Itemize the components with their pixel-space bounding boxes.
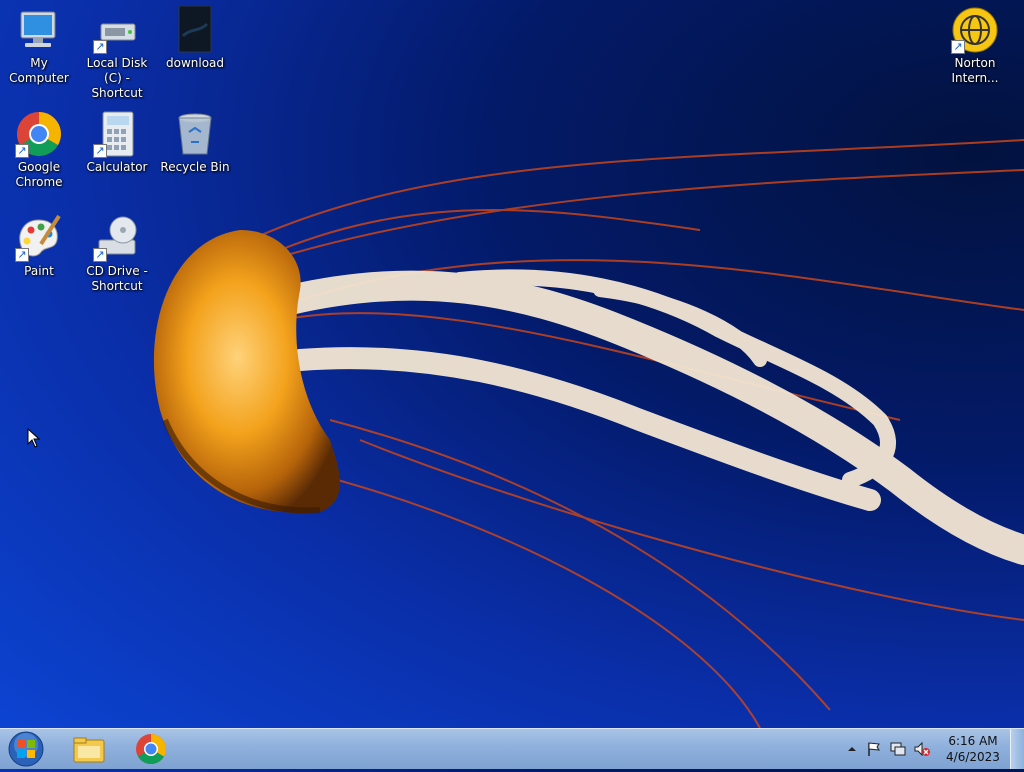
network-icon[interactable]	[890, 741, 906, 757]
desktop-icon-calculator[interactable]: ↗ Calculator	[78, 104, 156, 175]
desktop-icon-google-chrome[interactable]: ↗ Google Chrome	[0, 104, 78, 190]
desktop-icon-paint[interactable]: ↗ Paint	[0, 208, 78, 279]
desktop-icon-local-disk-shortcut[interactable]: ↗ Local Disk (C) - Shortcut	[78, 0, 156, 101]
desktop-icon-label: Local Disk (C) - Shortcut	[86, 56, 148, 100]
desktop-icon-cd-drive-shortcut[interactable]: ↗ CD Drive - Shortcut	[78, 208, 156, 294]
norton-globe-icon: ↗	[951, 6, 999, 54]
shortcut-arrow-icon: ↗	[93, 144, 107, 158]
google-chrome-icon: ↗	[15, 110, 63, 158]
desktop-icon-label: Norton Intern...	[951, 56, 999, 85]
taskbar-clock[interactable]: 6:16 AM 4/6/2023	[944, 733, 1002, 765]
mouse-cursor-icon	[27, 428, 41, 448]
desktop-icon-label: Google Chrome	[15, 160, 63, 189]
desktop-icon-recycle-bin[interactable]: Recycle Bin	[156, 104, 234, 175]
recycle-bin-icon	[171, 110, 219, 158]
calculator-icon: ↗	[93, 110, 141, 158]
desktop-icon-label: Paint	[24, 264, 54, 278]
taskbar: 6:16 AM 4/6/2023	[0, 728, 1024, 769]
desktop-icon-label: Calculator	[86, 160, 148, 174]
show-desktop-button[interactable]	[1010, 729, 1024, 769]
computer-icon	[15, 6, 63, 54]
desktop-icon-my-computer[interactable]: My Computer	[0, 0, 78, 86]
desktop-icon-download[interactable]: download	[156, 0, 234, 71]
volume-muted-icon[interactable]	[914, 741, 930, 757]
taskbar-button-google-chrome[interactable]	[124, 730, 178, 768]
desktop-icon-label: CD Drive - Shortcut	[86, 264, 148, 293]
show-hidden-icons-button[interactable]	[844, 741, 860, 757]
desktop-icon-norton-internet-security[interactable]: ↗ Norton Intern...	[936, 0, 1014, 86]
google-chrome-icon	[136, 734, 167, 765]
clock-date: 4/6/2023	[946, 750, 1000, 764]
chevron-up-icon	[848, 747, 856, 751]
desktop-icon-label: Recycle Bin	[160, 160, 230, 174]
image-file-icon	[171, 5, 219, 54]
shortcut-arrow-icon: ↗	[15, 248, 29, 262]
clock-time: 6:16 AM	[948, 734, 998, 748]
paint-palette-icon: ↗	[15, 214, 63, 262]
shortcut-arrow-icon: ↗	[93, 248, 107, 262]
windows-explorer-icon	[73, 737, 105, 763]
hard-drive-icon: ↗	[93, 6, 141, 54]
cd-drive-icon: ↗	[93, 214, 141, 262]
action-center-flag-icon[interactable]	[866, 741, 882, 757]
desktop-icon-label: My Computer	[9, 56, 69, 85]
shortcut-arrow-icon: ↗	[15, 144, 29, 158]
windows-start-orb-icon	[8, 731, 44, 767]
shortcut-arrow-icon: ↗	[951, 40, 965, 54]
shortcut-arrow-icon: ↗	[93, 40, 107, 54]
desktop-icon-label: download	[165, 56, 225, 70]
taskbar-button-windows-explorer[interactable]	[62, 730, 116, 768]
start-button[interactable]	[6, 730, 46, 768]
